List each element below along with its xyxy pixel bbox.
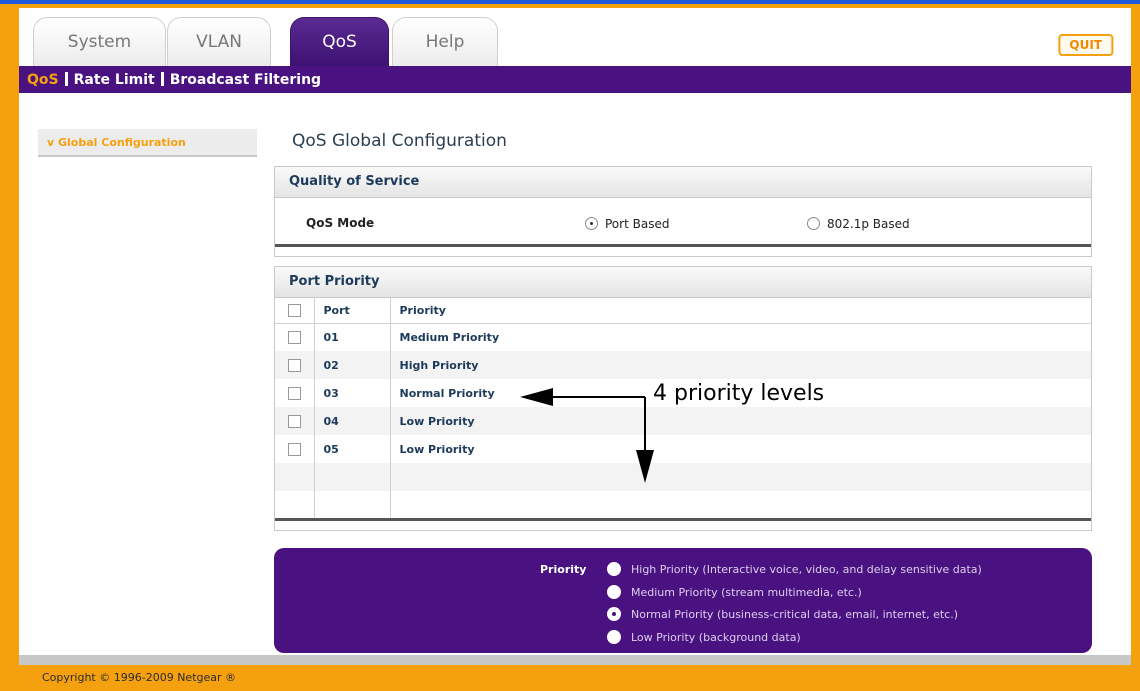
table-row[interactable]: 02 High Priority: [275, 351, 1091, 379]
content-area: v Global Configuration QoS Global Config…: [19, 93, 1131, 655]
legend-item-normal: Normal Priority (business-critical data,…: [607, 607, 958, 621]
legend-item-high: High Priority (Interactive voice, video,…: [607, 562, 982, 576]
port-cell: 02: [314, 351, 391, 379]
subnav-broadcast-filtering[interactable]: Broadcast Filtering: [170, 72, 321, 88]
priority-cell: Medium Priority: [399, 330, 500, 344]
legend-label: Low Priority (background data): [631, 631, 801, 644]
row-checkbox[interactable]: [287, 331, 301, 344]
radio-label: 802.1p Based: [827, 217, 910, 231]
quality-of-service-section: Quality of Service QoS Mode Port Based 8…: [274, 166, 1092, 257]
legend-item-low: Low Priority (background data): [607, 630, 801, 644]
footer-bar: [19, 655, 1131, 665]
tab-vlan[interactable]: VLAN: [167, 17, 271, 66]
subnav-separator: [160, 72, 164, 86]
row-checkbox[interactable]: [287, 414, 301, 428]
subnav-qos[interactable]: QoS: [27, 72, 59, 88]
annotation-label: 4 priority levels: [653, 381, 825, 406]
priority-cell: High Priority: [390, 351, 1091, 379]
legend-radio-icon: [607, 562, 621, 576]
tab-help[interactable]: Help: [392, 17, 498, 66]
legend-item-medium: Medium Priority (stream multimedia, etc.…: [607, 585, 862, 599]
tab-system[interactable]: System: [33, 17, 166, 66]
legend-label: Medium Priority (stream multimedia, etc.…: [631, 586, 862, 599]
port-priority-table: Port Priority 01 Medium Priority 02 High…: [275, 298, 1091, 521]
tab-bar: System VLAN QoS Help: [19, 8, 1131, 66]
table-row[interactable]: 01 Medium Priority: [275, 323, 1091, 351]
section-title: Quality of Service: [275, 167, 1091, 198]
page-title: QoS Global Configuration: [292, 131, 507, 151]
port-cell: 01: [314, 323, 391, 351]
qos-mode-row: QoS Mode Port Based 802.1p Based: [275, 198, 1091, 247]
legend-label: High Priority (Interactive voice, video,…: [631, 563, 982, 576]
port-cell: 03: [314, 379, 391, 407]
empty-row: [275, 491, 1091, 521]
legend-title: Priority: [540, 563, 587, 576]
row-checkbox[interactable]: [287, 358, 301, 372]
legend-radio-selected-icon: [607, 607, 621, 621]
priority-cell: Low Priority: [399, 442, 475, 456]
table-row[interactable]: 05 Low Priority: [275, 435, 1091, 463]
tab-qos[interactable]: QoS: [290, 17, 389, 66]
qos-mode-label: QoS Mode: [306, 216, 375, 230]
radio-port-based[interactable]: Port Based: [585, 217, 669, 231]
select-all-checkbox[interactable]: [287, 304, 301, 317]
table-header-row: Port Priority: [275, 298, 1091, 324]
radio-unselected-icon[interactable]: [807, 217, 820, 230]
legend-radio-icon: [607, 630, 621, 644]
port-cell: 04: [314, 407, 391, 435]
column-header-priority: Priority: [390, 298, 1091, 324]
legend-radio-icon: [607, 585, 621, 599]
subnav-separator: [64, 72, 68, 86]
port-cell: 05: [314, 435, 391, 463]
row-checkbox[interactable]: [287, 386, 301, 400]
column-header-port: Port: [314, 298, 391, 324]
priority-legend: Priority High Priority (Interactive voic…: [274, 548, 1092, 653]
priority-cell: Low Priority: [390, 407, 1091, 435]
empty-row: [275, 463, 1091, 491]
radio-selected-icon[interactable]: [585, 217, 598, 230]
radio-8021p-based[interactable]: 802.1p Based: [807, 217, 910, 231]
row-checkbox[interactable]: [287, 442, 301, 456]
subnav-rate-limit[interactable]: Rate Limit: [74, 72, 155, 88]
sidebar-item-global-configuration[interactable]: v Global Configuration: [38, 129, 257, 157]
radio-label: Port Based: [605, 217, 670, 231]
sub-navigation: QoS Rate Limit Broadcast Filtering: [19, 66, 1131, 93]
copyright-text: Copyright © 1996-2009 Netgear ®: [42, 671, 237, 684]
legend-label: Normal Priority (business-critical data,…: [631, 608, 958, 621]
section-title: Port Priority: [275, 267, 1091, 298]
quit-button[interactable]: QUIT: [1058, 34, 1113, 56]
table-row[interactable]: 04 Low Priority: [275, 407, 1091, 435]
